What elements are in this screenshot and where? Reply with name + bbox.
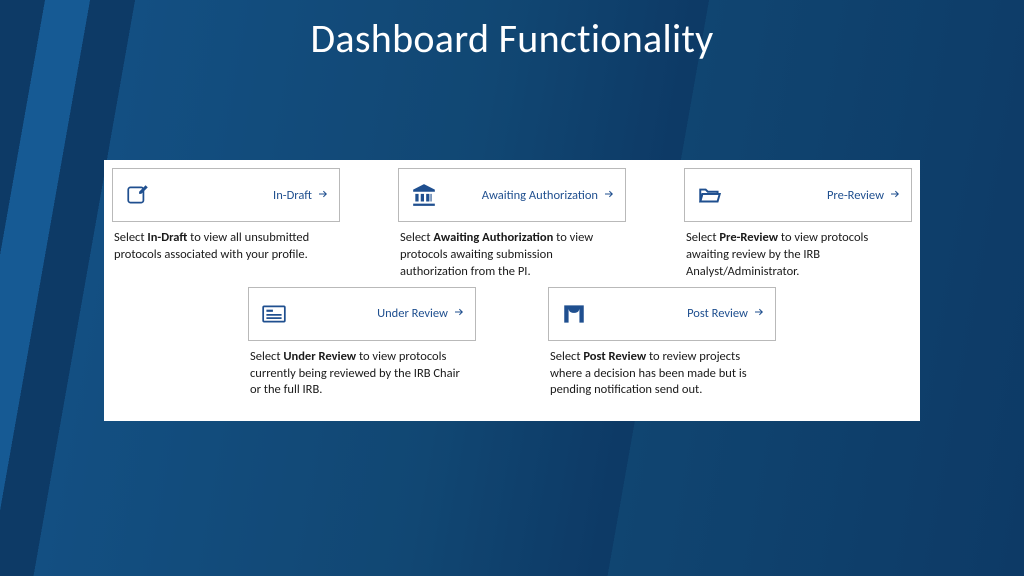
desc-pre: Select [114,230,147,245]
tile-row-1: In-Draft Select In-Draft to view all uns… [112,168,912,281]
tile-link-label: Post Review [687,306,748,321]
tile-card-post-review[interactable]: Post Review [548,287,776,341]
tile-post-review: Post Review Select Post Review to review… [548,287,776,400]
tile-link-post-review[interactable]: Post Review [687,304,765,323]
tile-in-draft: In-Draft Select In-Draft to view all uns… [112,168,340,281]
tile-desc-pre-review: Select Pre-Review to view protocols awai… [684,230,912,281]
arrow-right-icon [317,186,329,205]
desc-pre: Select [400,230,433,245]
slide-title: Dashboard Functionality [0,0,1024,63]
institution-icon [411,182,437,208]
desc-bold: Awaiting Authorization [433,230,553,245]
desc-pre: Select [250,349,283,364]
arrow-right-icon [753,304,765,323]
tile-card-under-review[interactable]: Under Review [248,287,476,341]
tile-desc-awaiting-authorization: Select Awaiting Authorization to view pr… [398,230,626,281]
desc-bold: Under Review [283,349,356,364]
arrow-right-icon [889,186,901,205]
tile-link-under-review[interactable]: Under Review [377,304,465,323]
dashboard-panel: In-Draft Select In-Draft to view all uns… [104,160,920,421]
arrow-right-icon [603,186,615,205]
slide: Dashboard Functionality In-Draft [0,0,1024,576]
tile-desc-post-review: Select Post Review to review projects wh… [548,349,776,400]
edit-icon [125,182,151,208]
tile-desc-under-review: Select Under Review to view protocols cu… [248,349,476,400]
tile-under-review: Under Review Select Under Review to view… [248,287,476,400]
desc-pre: Select [550,349,583,364]
desc-bold: Post Review [583,349,646,364]
tile-card-pre-review[interactable]: Pre-Review [684,168,912,222]
tile-link-awaiting-authorization[interactable]: Awaiting Authorization [482,186,615,205]
tile-link-label: Under Review [377,306,448,321]
folder-open-icon [697,182,723,208]
arch-icon [561,301,587,327]
desc-bold: Pre-Review [719,230,778,245]
desc-pre: Select [686,230,719,245]
tile-link-pre-review[interactable]: Pre-Review [827,186,901,205]
tile-row-2: Under Review Select Under Review to view… [112,287,912,400]
tile-card-in-draft[interactable]: In-Draft [112,168,340,222]
arrow-right-icon [453,304,465,323]
tile-link-in-draft[interactable]: In-Draft [273,186,329,205]
tile-desc-in-draft: Select In-Draft to view all unsubmitted … [112,230,340,264]
tile-link-label: In-Draft [273,188,312,203]
tile-link-label: Pre-Review [827,188,884,203]
tile-link-label: Awaiting Authorization [482,188,598,203]
desc-bold: In-Draft [147,230,187,245]
tile-pre-review: Pre-Review Select Pre-Review to view pro… [684,168,912,281]
list-card-icon [261,301,287,327]
tile-card-awaiting-authorization[interactable]: Awaiting Authorization [398,168,626,222]
tile-awaiting-authorization: Awaiting Authorization Select Awaiting A… [398,168,626,281]
